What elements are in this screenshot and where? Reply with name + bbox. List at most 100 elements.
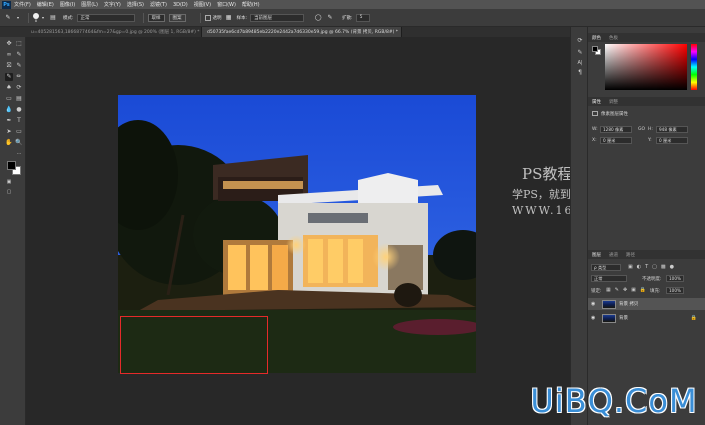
source-pattern-button[interactable]: 图案 [168, 13, 186, 22]
layer-row[interactable]: ◉ 背景 拷贝 [588, 298, 705, 310]
move-tool-icon[interactable]: ✥ [5, 40, 13, 48]
eye-icon[interactable]: ◉ [591, 301, 599, 307]
filter-shape-icon[interactable]: ▢ [652, 264, 657, 270]
history-panel-icon[interactable]: ⟳ [576, 37, 584, 45]
tab-adjustments[interactable]: 调整 [608, 99, 619, 105]
eye-icon[interactable]: ◉ [591, 315, 599, 321]
character-panel-icon[interactable]: A| [576, 59, 584, 67]
hand-tool-icon[interactable]: ✋ [5, 139, 13, 147]
x-field[interactable]: 0 厘米 [600, 137, 632, 144]
menu-image[interactable]: 图像(I) [60, 1, 75, 8]
filter-adjust-icon[interactable]: ◐ [637, 264, 641, 270]
pen-tool-icon[interactable]: ✒ [5, 117, 13, 125]
marquee-tool-icon[interactable]: ⬚ [15, 40, 23, 48]
menu-help[interactable]: 帮助(H) [242, 1, 260, 8]
layer-kind-filter[interactable]: ρ 类型 [591, 264, 621, 271]
color-field[interactable] [605, 44, 687, 90]
quick-select-tool-icon[interactable]: ✎ [15, 51, 23, 59]
menu-select[interactable]: 选择(S) [127, 1, 144, 8]
selection-rectangle[interactable] [120, 316, 268, 374]
lock-label: 锁定: [591, 289, 602, 294]
hue-slider[interactable] [691, 44, 697, 90]
menu-filter[interactable]: 滤镜(T) [150, 1, 167, 8]
type-tool-icon[interactable]: T [15, 117, 23, 125]
brush-tool-icon[interactable]: ✏ [15, 73, 23, 81]
chevron-down-icon[interactable]: ▾ [41, 14, 45, 22]
blur-tool-icon[interactable]: 💧 [5, 106, 13, 114]
screen-mode-icon[interactable]: ▢ [5, 188, 13, 196]
brush-panel-icon[interactable]: ✎ [576, 49, 584, 57]
tab-color[interactable]: 颜色 [591, 35, 602, 41]
tab-properties[interactable]: 属性 [591, 99, 602, 105]
menu-type[interactable]: 文字(Y) [104, 1, 121, 8]
quick-mask-icon[interactable]: ▣ [5, 178, 13, 186]
filter-type-icon[interactable]: T [645, 264, 648, 270]
width-field[interactable]: 1280 像素 [600, 126, 632, 133]
opacity-field[interactable]: 100% [666, 275, 684, 282]
paragraph-panel-icon[interactable]: ¶ [576, 69, 584, 77]
layer-row[interactable]: ◉ 背景 🔒 [588, 312, 705, 324]
lock-image-icon[interactable]: ✎ [615, 287, 619, 293]
patch-tool-icon[interactable]: ✎ [5, 73, 13, 81]
path-select-tool-icon[interactable]: ➤ [5, 128, 13, 136]
lock-transparent-icon[interactable]: ▦ [606, 287, 611, 293]
dodge-tool-icon[interactable]: ● [15, 106, 23, 114]
properties-panel-tabs: 属性 调整 [588, 97, 705, 106]
more-tools-icon[interactable]: … [15, 149, 23, 157]
layer-name: 背景 [619, 316, 628, 321]
filter-pixel-icon[interactable]: ▣ [628, 264, 633, 270]
eyedropper-tool-icon[interactable]: ✎ [15, 62, 23, 70]
history-brush-tool-icon[interactable]: ⟳ [15, 84, 23, 92]
ignore-adjustment-icon[interactable]: ◯ [314, 14, 322, 22]
diffusion-label: 扩散: [342, 15, 353, 21]
shape-tool-icon[interactable]: ▭ [15, 128, 23, 136]
link-icon[interactable]: GO [638, 127, 645, 132]
right-panel-dock: 颜色 色板 属性 调整 像素图层属性 W: 1280 像素 GO H: 948 … [588, 27, 705, 425]
zoom-tool-icon[interactable]: 🔍 [15, 139, 23, 147]
tab-channels[interactable]: 通道 [608, 252, 619, 258]
lock-position-icon[interactable]: ✥ [623, 287, 627, 293]
lasso-tool-icon[interactable]: ∞ [5, 51, 13, 59]
aligned-icon[interactable]: ▦ [225, 14, 233, 22]
gradient-tool-icon[interactable]: ▤ [15, 95, 23, 103]
source-sampled-button[interactable]: 取样 [147, 13, 165, 22]
menu-layer[interactable]: 图层(L) [81, 1, 98, 8]
foreground-color-swatch[interactable] [7, 161, 16, 170]
sample-dropdown[interactable]: 当前图层 [250, 13, 305, 22]
mode-dropdown[interactable]: 正常 [76, 13, 135, 22]
brush-preset-picker[interactable]: 8 [33, 12, 39, 23]
tab-layers[interactable]: 图层 [591, 252, 602, 258]
menu-3d[interactable]: 3D(D) [173, 2, 188, 8]
panel-icon-strip: ⟳ ✎ A| ¶ [570, 27, 588, 425]
y-field[interactable]: 0 厘米 [656, 137, 688, 144]
patch-tool-icon[interactable]: ✎ [4, 14, 12, 22]
diffusion-field[interactable]: 5 [355, 13, 370, 22]
filter-toggle-icon[interactable]: ● [670, 264, 674, 270]
pressure-icon[interactable]: ✎ [326, 14, 334, 22]
clone-stamp-tool-icon[interactable]: ♠ [5, 84, 13, 92]
filter-smart-icon[interactable]: ▩ [661, 264, 666, 270]
lock-artboard-icon[interactable]: ▣ [631, 287, 636, 293]
menu-window[interactable]: 窗口(W) [217, 1, 236, 8]
blend-mode-dropdown[interactable]: 正常 [591, 275, 627, 282]
tab-document-2[interactable]: d50735fae6cd7b89485eb2220e2442a7d6330e59… [202, 27, 402, 37]
brush-settings-icon[interactable]: ▤ [49, 14, 57, 22]
fill-field[interactable]: 100% [666, 287, 684, 294]
diffusion-value: 5 [359, 15, 363, 20]
menu-view[interactable]: 视图(V) [194, 1, 211, 8]
tab-paths[interactable]: 路径 [625, 252, 636, 258]
transparent-checkbox[interactable] [204, 14, 211, 21]
tab-swatches[interactable]: 色板 [608, 35, 619, 41]
transparent-label: 透明 [212, 15, 222, 21]
eraser-tool-icon[interactable]: ▭ [5, 95, 13, 103]
fg-color-mini-swatch[interactable] [592, 46, 598, 52]
crop-tool-icon[interactable]: ⛝ [5, 62, 13, 70]
chevron-down-icon[interactable]: ▾ [16, 14, 20, 22]
site-watermark: UiBQ.CoM [530, 382, 698, 420]
menu-edit[interactable]: 编辑(E) [37, 1, 54, 8]
tab-document-1[interactable]: u=405281563,1866877464&fm=27&gp=0.jpg @ … [26, 27, 202, 37]
menu-file[interactable]: 文件(F) [14, 1, 31, 8]
sample-value: 当前图层 [254, 15, 273, 21]
lock-all-icon[interactable]: 🔒 [640, 287, 646, 293]
height-field[interactable]: 948 像素 [656, 126, 688, 133]
